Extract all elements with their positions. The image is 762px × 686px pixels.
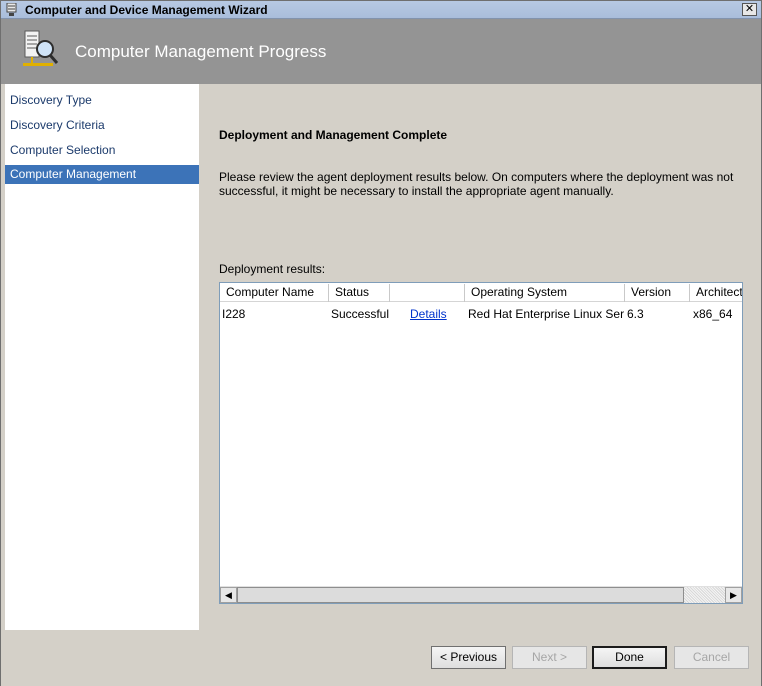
results-label: Deployment results: (219, 262, 326, 276)
cell-status: Successful (331, 307, 390, 321)
column-header-status[interactable]: Status (329, 284, 390, 302)
cell-operating-system: Red Hat Enterprise Linux Server (468, 307, 624, 321)
details-link[interactable]: Details (410, 305, 460, 323)
title-bar[interactable]: Computer and Device Management Wizard ✕ (1, 1, 761, 19)
column-header-details[interactable] (390, 284, 465, 302)
wizard-steps-sidebar: Discovery Type Discovery Criteria Comput… (5, 84, 199, 630)
column-header-operating-system[interactable]: Operating System (465, 284, 625, 302)
done-button[interactable]: Done (592, 646, 667, 669)
scrollbar-track[interactable] (684, 587, 725, 603)
cell-computer-name: I228 (222, 307, 246, 321)
close-button[interactable]: ✕ (742, 3, 757, 16)
wizard-footer: < Previous Next > Done Cancel (1, 630, 761, 686)
horizontal-scrollbar[interactable]: ◀ ▶ (220, 586, 742, 603)
sidebar-item-computer-management[interactable]: Computer Management (5, 165, 199, 184)
deployment-results-list[interactable]: Computer Name Status Operating System Ve… (219, 282, 743, 604)
section-heading: Deployment and Management Complete (219, 128, 448, 142)
sidebar-item-discovery-type[interactable]: Discovery Type (5, 91, 199, 110)
scrollbar-thumb[interactable] (237, 587, 684, 603)
previous-button[interactable]: < Previous (431, 646, 506, 669)
wizard-window: Computer and Device Management Wizard ✕ … (0, 0, 762, 686)
cell-version: 6.3 (627, 307, 644, 321)
server-icon (6, 3, 17, 16)
window-title: Computer and Device Management Wizard (25, 3, 268, 17)
list-header: Computer Name Status Operating System Ve… (220, 284, 742, 302)
description-text: Please review the agent deployment resul… (219, 170, 734, 198)
scroll-left-icon[interactable]: ◀ (220, 587, 237, 603)
wizard-banner: Computer Management Progress (1, 19, 761, 84)
column-header-computer-name[interactable]: Computer Name (220, 284, 329, 302)
computer-search-icon (23, 30, 59, 66)
column-header-architecture[interactable]: Architectu (690, 284, 742, 302)
sidebar-item-computer-selection[interactable]: Computer Selection (5, 141, 199, 160)
table-row[interactable]: I228 Successful Details Red Hat Enterpri… (220, 305, 742, 323)
cell-architecture: x86_64 (693, 307, 733, 321)
next-button[interactable]: Next > (512, 646, 587, 669)
column-header-version[interactable]: Version (625, 284, 690, 302)
main-content: Deployment and Management Complete Pleas… (199, 84, 761, 630)
sidebar-item-discovery-criteria[interactable]: Discovery Criteria (5, 116, 199, 135)
page-title: Computer Management Progress (75, 42, 327, 61)
cancel-button[interactable]: Cancel (674, 646, 749, 669)
scroll-right-icon[interactable]: ▶ (725, 587, 742, 603)
